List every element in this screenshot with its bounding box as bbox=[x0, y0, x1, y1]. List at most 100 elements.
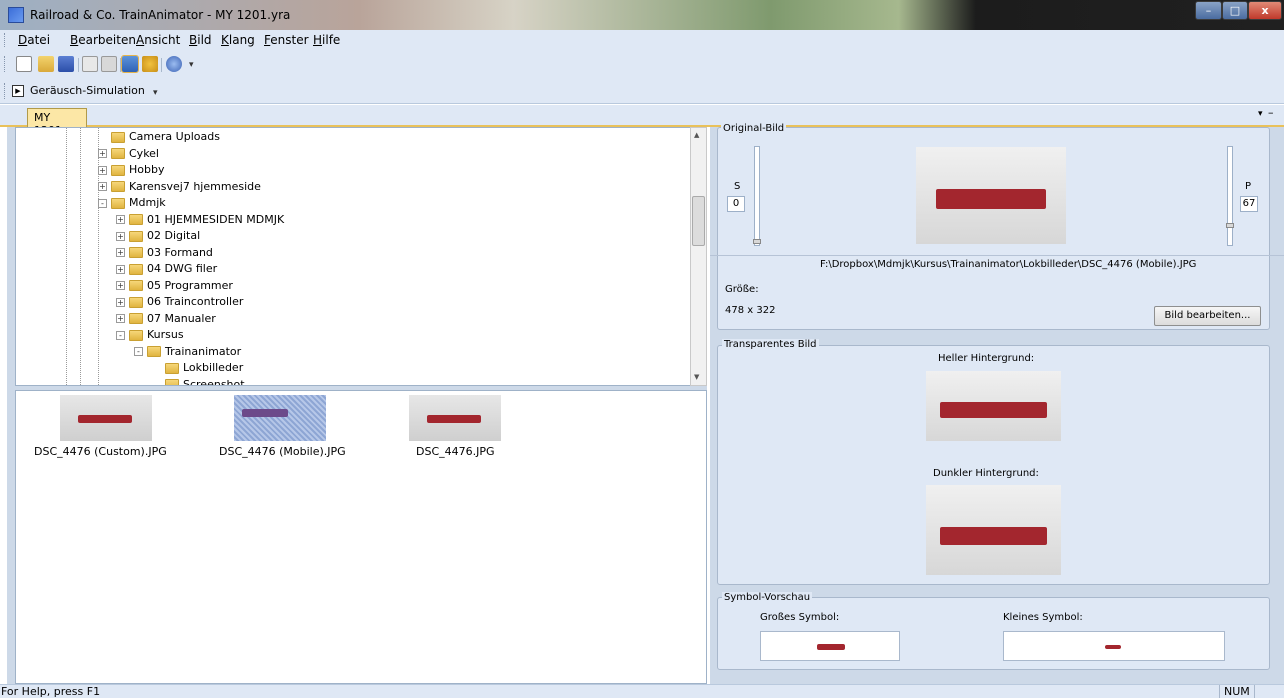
file-thumb-original[interactable] bbox=[409, 395, 501, 441]
tree-item-label: 03 Formand bbox=[147, 245, 213, 259]
document-tab-strip: ▾ – bbox=[0, 105, 1284, 127]
tree-item[interactable]: Camera Uploads bbox=[98, 129, 220, 146]
toolbar-separator bbox=[78, 58, 79, 72]
menu-datei-label: atei bbox=[27, 33, 51, 47]
tab-minimize-icon[interactable]: – bbox=[1268, 106, 1274, 119]
folder-icon bbox=[165, 379, 179, 385]
tree-item[interactable]: +04 DWG filer bbox=[116, 261, 217, 278]
menu-bild-label: ild bbox=[197, 33, 212, 47]
image-path: F:\Dropbox\Mdmjk\Kursus\Trainanimator\Lo… bbox=[820, 259, 1197, 270]
expand-icon[interactable]: + bbox=[116, 231, 125, 241]
collapse-icon[interactable]: - bbox=[98, 198, 107, 208]
menu-klang[interactable]: Klang bbox=[221, 33, 255, 47]
tree-item-label: 07 Manualer bbox=[147, 311, 216, 325]
expand-icon[interactable]: + bbox=[98, 149, 107, 158]
tree-guide-line bbox=[66, 128, 67, 385]
folder-icon bbox=[129, 329, 143, 341]
tab-list-icon[interactable]: ▾ bbox=[1258, 109, 1263, 119]
tree-item[interactable]: Lokbilleder bbox=[152, 360, 243, 377]
s-slider[interactable] bbox=[753, 146, 761, 246]
tab-my1201[interactable]: MY 1201.yra bbox=[27, 108, 87, 137]
open-icon[interactable] bbox=[38, 56, 54, 72]
toolbar2-grip bbox=[4, 83, 7, 99]
simulation-toolbar: ▶ Geräusch-Simulation ▾ bbox=[0, 78, 1284, 104]
simulation-button[interactable]: ▶ Geräusch-Simulation bbox=[11, 83, 161, 100]
expand-icon[interactable]: + bbox=[116, 314, 125, 323]
edit-image-button[interactable]: Bild bearbeiten... bbox=[1154, 306, 1261, 326]
folder-icon bbox=[111, 197, 125, 209]
tree-item[interactable]: +07 Manualer bbox=[116, 311, 216, 328]
p-value-field[interactable]: 67 bbox=[1240, 196, 1258, 212]
s-value-field[interactable]: 0 bbox=[727, 196, 745, 212]
menu-ansicht-label: nsicht bbox=[144, 33, 181, 47]
paste-icon[interactable] bbox=[101, 56, 117, 72]
sound-icon[interactable] bbox=[142, 56, 158, 72]
tree-scroll-thumb[interactable] bbox=[692, 196, 705, 246]
scroll-down-icon[interactable]: ▼ bbox=[694, 373, 699, 381]
maximize-button[interactable]: □ bbox=[1222, 1, 1248, 20]
folder-icon bbox=[129, 247, 143, 258]
expand-icon[interactable]: + bbox=[116, 215, 125, 224]
tree-item[interactable]: +02 Digital bbox=[116, 228, 200, 245]
app-icon bbox=[8, 7, 24, 23]
expand-icon[interactable]: + bbox=[98, 165, 107, 175]
menu-bearbeiten[interactable]: Bearbeiten bbox=[70, 33, 136, 47]
tree-item[interactable]: + Hobby bbox=[98, 162, 164, 179]
toolbar-overflow-icon[interactable]: ▾ bbox=[189, 60, 194, 70]
tree-item[interactable]: +06 Traincontroller bbox=[116, 294, 243, 311]
collapse-icon[interactable]: - bbox=[134, 347, 143, 356]
tree-item[interactable]: +05 Programmer bbox=[116, 278, 233, 295]
tree-scrollbar[interactable]: ▲ ▼ bbox=[690, 127, 707, 386]
file-thumb-mobile[interactable] bbox=[234, 395, 326, 441]
new-icon[interactable] bbox=[16, 56, 32, 72]
status-help-text: For Help, press F1 bbox=[1, 685, 101, 698]
close-button[interactable]: x bbox=[1248, 1, 1282, 20]
tree-item[interactable]: + Cykel bbox=[98, 146, 159, 163]
image-icon[interactable] bbox=[121, 55, 139, 73]
menu-fenster[interactable]: Fenster bbox=[264, 33, 309, 47]
save-icon[interactable] bbox=[58, 56, 74, 72]
menu-ansicht[interactable]: Ansicht bbox=[136, 33, 180, 47]
tree-item[interactable]: + Karensvej7 hjemmeside bbox=[98, 179, 261, 196]
file-name-original[interactable]: DSC_4476.JPG bbox=[416, 445, 495, 458]
file-thumbnail-list[interactable]: DSC_4476 (Custom).JPG DSC_4476 (Mobile).… bbox=[15, 390, 707, 684]
status-bar: For Help, press F1 NUM bbox=[0, 684, 1284, 698]
file-name-mobile[interactable]: DSC_4476 (Mobile).JPG bbox=[219, 445, 346, 458]
folder-tree[interactable]: Camera Uploads + Cykel + Hobby + Karensvej7 hj… bbox=[15, 127, 692, 386]
p-slider-thumb[interactable] bbox=[1226, 223, 1234, 228]
p-slider[interactable] bbox=[1226, 146, 1234, 246]
folder-icon bbox=[129, 263, 143, 275]
tree-item[interactable]: +03 Formand bbox=[116, 245, 213, 262]
expand-icon[interactable]: + bbox=[116, 248, 125, 257]
folder-icon bbox=[129, 296, 143, 308]
tree-item[interactable]: +01 HJEMMESIDEN MDMJK bbox=[116, 212, 284, 229]
menu-datei[interactable]: Datei bbox=[18, 33, 50, 47]
expand-icon[interactable]: + bbox=[116, 297, 125, 307]
dark-bg-preview bbox=[926, 485, 1061, 575]
copy-icon[interactable] bbox=[82, 56, 98, 72]
tree-item[interactable]: - Trainanimator bbox=[134, 344, 241, 361]
menu-bild[interactable]: Bild bbox=[189, 33, 212, 47]
expand-icon[interactable]: + bbox=[98, 182, 107, 191]
menu-fenster-label: enster bbox=[270, 33, 309, 47]
size-label: Größe: bbox=[725, 284, 759, 295]
menu-hilfe[interactable]: Hilfe bbox=[313, 33, 340, 47]
file-name-custom[interactable]: DSC_4476 (Custom).JPG bbox=[34, 445, 167, 458]
expand-icon[interactable]: + bbox=[116, 281, 125, 290]
small-symbol-label: Kleines Symbol: bbox=[1003, 612, 1083, 623]
collapse-icon[interactable]: - bbox=[116, 330, 125, 340]
tree-item[interactable]: - Mdmjk bbox=[98, 195, 166, 212]
expand-icon[interactable]: + bbox=[116, 264, 125, 274]
minimize-button[interactable]: – bbox=[1195, 1, 1222, 20]
animation-icon[interactable] bbox=[166, 56, 182, 72]
toolbar2-overflow-icon[interactable]: ▾ bbox=[153, 88, 158, 98]
s-slider-thumb[interactable] bbox=[753, 239, 761, 244]
tree-guide-line bbox=[80, 128, 81, 385]
file-thumb-custom[interactable] bbox=[60, 395, 152, 441]
tree-item[interactable]: - Kursus bbox=[116, 327, 184, 344]
menu-bearbeiten-label: earbeiten bbox=[78, 33, 136, 47]
scroll-up-icon[interactable]: ▲ bbox=[694, 131, 699, 139]
tree-item-label: Camera Uploads bbox=[129, 130, 220, 143]
window-title: Railroad & Co. TrainAnimator - MY 1201.y… bbox=[30, 8, 291, 22]
tree-item[interactable]: Screenshot bbox=[152, 377, 245, 385]
